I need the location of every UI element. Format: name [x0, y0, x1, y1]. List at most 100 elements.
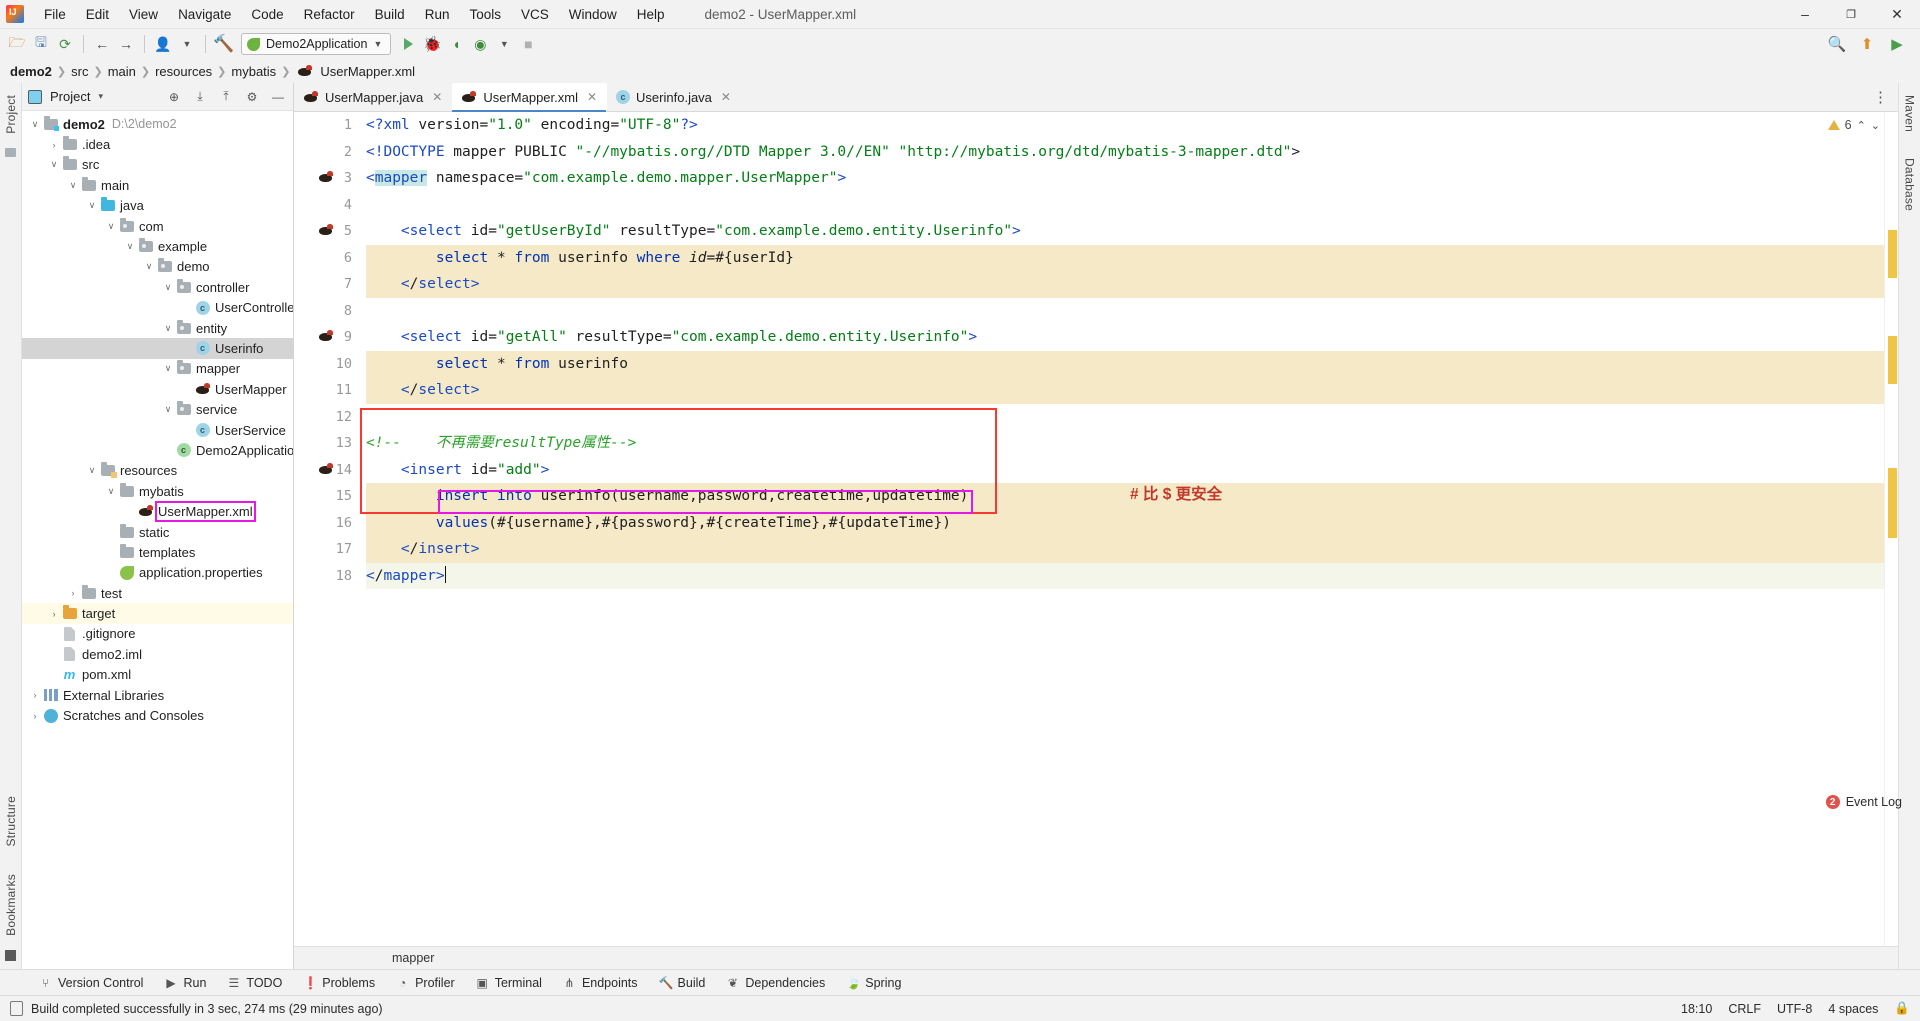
code-line-3[interactable]: <mapper namespace="com.example.demo.mapp… — [366, 165, 1884, 192]
code-line-4[interactable] — [366, 192, 1884, 219]
code-content[interactable]: <?xml version="1.0" encoding="UTF-8"?> <!… — [360, 112, 1884, 946]
tree-node-demo2[interactable]: ∨ demo2 D:\2\demo2 — [22, 114, 293, 134]
tabs-overflow-button[interactable]: ⋮ — [1873, 83, 1898, 111]
menu-edit[interactable]: Edit — [76, 4, 119, 25]
user-icon[interactable]: 👤 — [152, 33, 174, 55]
rail-database-button[interactable]: Database — [1903, 152, 1917, 217]
code-line-14[interactable]: <insert id="add"> — [366, 457, 1884, 484]
breadcrumb-item-main[interactable]: main — [108, 64, 136, 79]
status-indent[interactable]: 4 spaces — [1828, 1002, 1878, 1016]
menu-code[interactable]: Code — [241, 4, 293, 25]
tree-node-main[interactable]: ∨ main — [22, 175, 293, 195]
run-configuration-selector[interactable]: Demo2Application ▼ — [241, 33, 392, 55]
gutter-line-3[interactable]: 3 — [294, 165, 360, 192]
gutter-line-1[interactable]: 1 — [294, 112, 360, 139]
menu-file[interactable]: File — [34, 4, 76, 25]
gutter-line-14[interactable]: 14 — [294, 457, 360, 484]
hide-icon[interactable]: — — [269, 88, 287, 106]
gutter-line-5[interactable]: 5 — [294, 218, 360, 245]
gutter-line-7[interactable]: 7 — [294, 271, 360, 298]
gutter-line-10[interactable]: 10 — [294, 351, 360, 378]
debug-icon[interactable]: 🐞 — [421, 33, 443, 55]
rail-project-button[interactable]: Project — [4, 89, 18, 140]
code-line-11[interactable]: </select> — [366, 377, 1884, 404]
expand-arrow-icon[interactable]: ∨ — [85, 465, 99, 476]
menu-view[interactable]: View — [119, 4, 168, 25]
close-icon[interactable]: ✕ — [432, 90, 442, 104]
toolwindow-dependencies[interactable]: ❦ Dependencies — [717, 974, 834, 992]
tree-node-userservice[interactable]: c UserService — [22, 420, 293, 440]
toolwindow-build[interactable]: 🔨 Build — [650, 974, 715, 992]
tree-node-src[interactable]: ∨ src — [22, 155, 293, 175]
editor-gutter[interactable]: 1 2 3 4 5 6 7 8 9 10 11 12 13 14 15 16 17 18 — [294, 112, 360, 946]
search-icon[interactable]: 🔍 — [1826, 33, 1848, 55]
expand-arrow-icon[interactable]: ∨ — [161, 404, 175, 415]
run-with-coverage-icon[interactable]: ◖ — [445, 33, 467, 55]
tab-userinfo-java[interactable]: c Userinfo.java ✕ — [607, 83, 741, 111]
expand-all-icon[interactable]: ⤓ — [191, 88, 209, 106]
gutter-line-16[interactable]: 16 — [294, 510, 360, 537]
expand-arrow-icon[interactable]: ∨ — [161, 323, 175, 334]
code-line-9[interactable]: <select id="getAll" resultType="com.exam… — [366, 324, 1884, 351]
expand-arrow-icon[interactable]: ∨ — [47, 159, 61, 170]
breadcrumb-item-resources[interactable]: resources — [155, 64, 212, 79]
locate-icon[interactable]: ⊕ — [165, 88, 183, 106]
code-line-1[interactable]: <?xml version="1.0" encoding="UTF-8"?> — [366, 112, 1884, 139]
code-line-8[interactable] — [366, 298, 1884, 325]
expand-arrow-icon[interactable]: ∨ — [123, 241, 137, 252]
inspection-widget[interactable]: 6 ⌃ ⌄ — [1823, 116, 1884, 134]
gutter-line-9[interactable]: 9 — [294, 324, 360, 351]
gutter-line-6[interactable]: 6 — [294, 245, 360, 272]
gutter-line-12[interactable]: 12 — [294, 404, 360, 431]
tree-node-controller[interactable]: ∨ controller — [22, 277, 293, 297]
tree-node-userinfo[interactable]: c Userinfo — [22, 338, 293, 359]
tab-usermapper-xml[interactable]: UserMapper.xml ✕ — [452, 83, 608, 112]
profiler-icon[interactable]: ◉ — [469, 33, 491, 55]
code-line-15[interactable]: insert into userinfo(username,password,c… — [366, 483, 1884, 510]
tree-node-demo2application[interactable]: c Demo2Application — [22, 440, 293, 460]
expand-arrow-icon[interactable]: ∨ — [104, 221, 118, 232]
menu-help[interactable]: Help — [627, 4, 675, 25]
expand-arrow-icon[interactable]: › — [66, 588, 80, 598]
expand-arrow-icon[interactable]: › — [47, 140, 61, 150]
run-icon[interactable] — [397, 33, 419, 55]
sync-icon[interactable]: ⟳ — [54, 33, 76, 55]
rail-bookmarks-button[interactable]: Bookmarks — [4, 868, 18, 942]
code-line-7[interactable]: </select> — [366, 271, 1884, 298]
tree-node-target[interactable]: › target — [22, 603, 293, 624]
chevron-down-icon[interactable]: ▾ — [98, 91, 103, 102]
expand-arrow-icon[interactable]: › — [47, 609, 61, 619]
tree-node-service[interactable]: ∨ service — [22, 399, 293, 419]
toolwindow-spring[interactable]: 🍃 Spring — [837, 974, 910, 992]
toolwindow-run[interactable]: ▶ Run — [155, 974, 215, 992]
gutter-line-4[interactable]: 4 — [294, 192, 360, 219]
editor-marker-bar[interactable] — [1884, 112, 1898, 946]
tree-node-usermapper[interactable]: UserMapper — [22, 379, 293, 399]
ide-icon[interactable]: ▶ — [1886, 33, 1908, 55]
code-line-10[interactable]: select * from userinfo — [366, 350, 1884, 377]
menu-build[interactable]: Build — [365, 4, 415, 25]
code-editor[interactable]: 1 2 3 4 5 6 7 8 9 10 11 12 13 14 15 16 17 18 <?xml versio… — [294, 112, 1898, 946]
expand-arrow-icon[interactable]: › — [28, 690, 42, 700]
tree-node-demo2-iml[interactable]: demo2.iml — [22, 644, 293, 664]
expand-arrow-icon[interactable]: ∨ — [161, 363, 175, 374]
rail-structure-button[interactable]: Structure — [4, 790, 18, 853]
code-line-13[interactable]: <!-- 不再需要resultType属性--> — [366, 430, 1884, 457]
tree-node-application-properties[interactable]: application.properties — [22, 563, 293, 583]
tab-usermapper-java[interactable]: UserMapper.java ✕ — [294, 83, 452, 111]
gutter-line-11[interactable]: 11 — [294, 377, 360, 404]
code-line-5[interactable]: <select id="getUserById" resultType="com… — [366, 218, 1884, 245]
menu-vcs[interactable]: VCS — [511, 4, 559, 25]
chevron-down-icon[interactable]: ▼ — [493, 33, 515, 55]
close-icon[interactable]: ✕ — [587, 90, 597, 104]
tree-node-templates[interactable]: templates — [22, 542, 293, 562]
tree-node-usermapper-xml[interactable]: UserMapper.xml — [22, 501, 293, 523]
mybatis-gutter-icon[interactable] — [318, 463, 334, 477]
back-arrow-icon[interactable]: ← — [91, 33, 113, 55]
menu-refactor[interactable]: Refactor — [294, 4, 365, 25]
save-icon[interactable]: 🖫 — [30, 33, 52, 55]
project-tree[interactable]: ∨ demo2 D:\2\demo2 › .idea ∨ src ∨ main ∨ java ∨ com… — [22, 111, 293, 969]
folder-open-icon[interactable]: 🗁 — [6, 33, 28, 55]
gutter-line-2[interactable]: 2 — [294, 139, 360, 166]
tree-node-example[interactable]: ∨ example — [22, 236, 293, 256]
